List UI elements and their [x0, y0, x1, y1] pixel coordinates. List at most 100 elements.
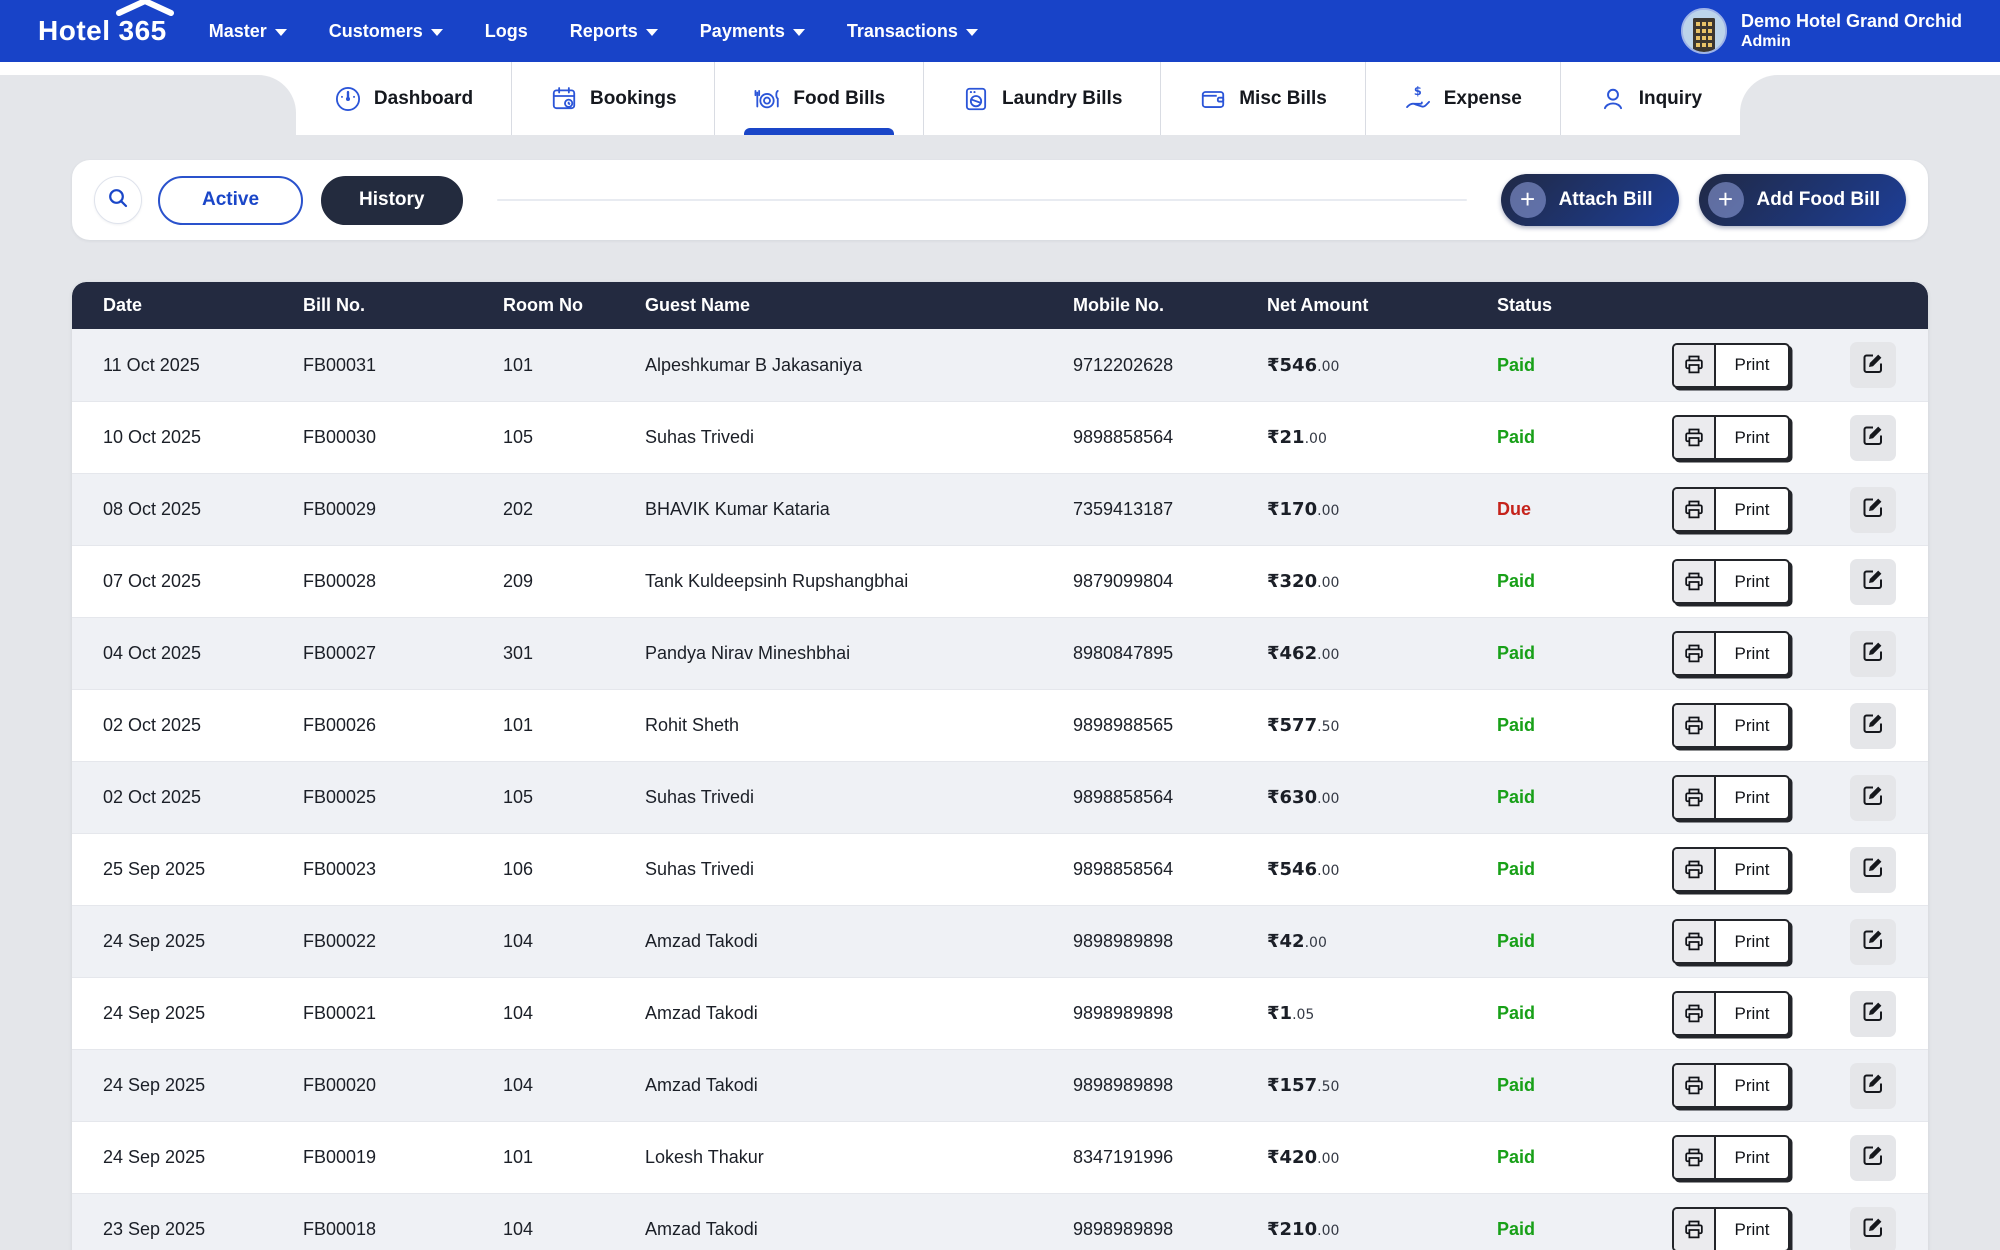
search-icon	[106, 186, 130, 215]
amount-frac: 00	[1322, 647, 1340, 663]
print-button[interactable]: Print	[1672, 919, 1790, 964]
edit-button[interactable]	[1850, 342, 1896, 388]
amount-whole: 1	[1280, 1003, 1293, 1024]
cell-net-amount: ₹42.00	[1267, 931, 1497, 952]
amount-currency: ₹	[1267, 715, 1280, 736]
add-food-bill-button[interactable]: + Add Food Bill	[1699, 174, 1906, 226]
print-label: Print	[1716, 345, 1788, 386]
person-icon	[1599, 85, 1627, 113]
chevron-down-icon	[966, 29, 978, 36]
cell-date: 04 Oct 2025	[103, 643, 303, 664]
edit-button[interactable]	[1850, 631, 1896, 677]
print-button[interactable]: Print	[1672, 991, 1790, 1036]
filter-bar: Active History + Attach Bill + Add Food …	[72, 160, 1928, 240]
tab-dashboard[interactable]: Dashboard	[296, 62, 511, 135]
tab-inquiry[interactable]: Inquiry	[1560, 62, 1740, 135]
edit-pencil-icon	[1861, 495, 1885, 524]
edit-button[interactable]	[1850, 1063, 1896, 1109]
cell-date: 24 Sep 2025	[103, 1003, 303, 1024]
amount-whole: 577	[1280, 715, 1318, 736]
edit-button[interactable]	[1850, 919, 1896, 965]
user-profile[interactable]: Demo Hotel Grand Orchid Admin	[1681, 0, 1962, 62]
cell-mobile-no: 9879099804	[1073, 571, 1267, 592]
attach-bill-button[interactable]: + Attach Bill	[1501, 174, 1679, 226]
print-button[interactable]: Print	[1672, 559, 1790, 604]
plus-icon: +	[1708, 182, 1744, 218]
cell-net-amount: ₹21.00	[1267, 427, 1497, 448]
nav-item-payments[interactable]: Payments	[700, 21, 805, 42]
brand-logo[interactable]: Hotel 365	[38, 15, 167, 47]
chevron-down-icon	[275, 29, 287, 36]
print-button[interactable]: Print	[1672, 775, 1790, 820]
nav-item-master[interactable]: Master	[209, 21, 287, 42]
edit-button[interactable]	[1850, 847, 1896, 893]
tab-expense[interactable]: $ Expense	[1365, 62, 1560, 135]
filter-active-button[interactable]: Active	[158, 176, 303, 225]
tab-food-bills[interactable]: Food Bills	[714, 62, 923, 135]
edit-button[interactable]	[1850, 415, 1896, 461]
print-button[interactable]: Print	[1672, 847, 1790, 892]
cell-room-no: 101	[503, 1147, 645, 1168]
printer-icon	[1674, 777, 1716, 818]
search-button[interactable]	[94, 176, 142, 224]
col-date: Date	[103, 295, 303, 316]
cell-date: 23 Sep 2025	[103, 1219, 303, 1240]
table-body: 11 Oct 2025 FB00031 101 Alpeshkumar B Ja…	[72, 329, 1928, 1250]
print-button[interactable]: Print	[1672, 631, 1790, 676]
print-button[interactable]: Print	[1672, 487, 1790, 532]
status-badge: Paid	[1497, 571, 1535, 591]
nav-item-customers[interactable]: Customers	[329, 21, 443, 42]
cell-date: 24 Sep 2025	[103, 931, 303, 952]
cell-mobile-no: 9898989898	[1073, 1003, 1267, 1024]
cell-room-no: 101	[503, 355, 645, 376]
cell-bill-no: FB00025	[303, 787, 503, 808]
food-bills-table: Date Bill No. Room No Guest Name Mobile …	[72, 282, 1928, 1250]
status-badge: Paid	[1497, 643, 1535, 663]
svg-text:$: $	[1414, 85, 1422, 98]
calendar-icon	[550, 85, 578, 113]
amount-currency: ₹	[1267, 355, 1280, 376]
nav-item-reports[interactable]: Reports	[570, 21, 658, 42]
print-button[interactable]: Print	[1672, 1207, 1790, 1250]
status-badge: Paid	[1497, 931, 1535, 951]
nav-item-logs[interactable]: Logs	[485, 21, 528, 42]
cell-net-amount: ₹546.00	[1267, 859, 1497, 880]
edit-pencil-icon	[1861, 711, 1885, 740]
cell-guest-name: Rohit Sheth	[645, 715, 1073, 736]
cell-date: 25 Sep 2025	[103, 859, 303, 880]
tab-bookings[interactable]: Bookings	[511, 62, 714, 135]
cell-guest-name: Lokesh Thakur	[645, 1147, 1073, 1168]
nav-item-transactions[interactable]: Transactions	[847, 21, 978, 42]
col-mobile-no: Mobile No.	[1073, 295, 1267, 316]
amount-frac: 00	[1322, 791, 1340, 807]
printer-icon	[1674, 1065, 1716, 1106]
table-row: 04 Oct 2025 FB00027 301 Pandya Nirav Min…	[72, 617, 1928, 689]
tab-misc-bills[interactable]: Misc Bills	[1160, 62, 1364, 135]
edit-button[interactable]	[1850, 1135, 1896, 1181]
cell-mobile-no: 9898989898	[1073, 931, 1267, 952]
tab-laundry-bills[interactable]: Laundry Bills	[923, 62, 1160, 135]
print-button[interactable]: Print	[1672, 415, 1790, 460]
edit-button[interactable]	[1850, 991, 1896, 1037]
edit-button[interactable]	[1850, 703, 1896, 749]
user-role: Admin	[1741, 32, 1962, 52]
filter-history-button[interactable]: History	[321, 176, 462, 225]
print-button[interactable]: Print	[1672, 703, 1790, 748]
edit-button[interactable]	[1850, 487, 1896, 533]
print-button[interactable]: Print	[1672, 343, 1790, 388]
table-row: 25 Sep 2025 FB00023 106 Suhas Trivedi 98…	[72, 833, 1928, 905]
print-button[interactable]: Print	[1672, 1063, 1790, 1108]
status-badge: Paid	[1497, 427, 1535, 447]
cell-guest-name: Suhas Trivedi	[645, 427, 1073, 448]
printer-icon	[1674, 345, 1716, 386]
edit-button[interactable]	[1850, 775, 1896, 821]
cell-mobile-no: 7359413187	[1073, 499, 1267, 520]
cell-mobile-no: 9898858564	[1073, 859, 1267, 880]
cell-net-amount: ₹420.00	[1267, 1147, 1497, 1168]
print-button[interactable]: Print	[1672, 1135, 1790, 1180]
active-tab-underline	[744, 128, 894, 135]
edit-button[interactable]	[1850, 559, 1896, 605]
amount-currency: ₹	[1267, 859, 1280, 880]
edit-button[interactable]	[1850, 1207, 1896, 1250]
print-label: Print	[1716, 489, 1788, 530]
